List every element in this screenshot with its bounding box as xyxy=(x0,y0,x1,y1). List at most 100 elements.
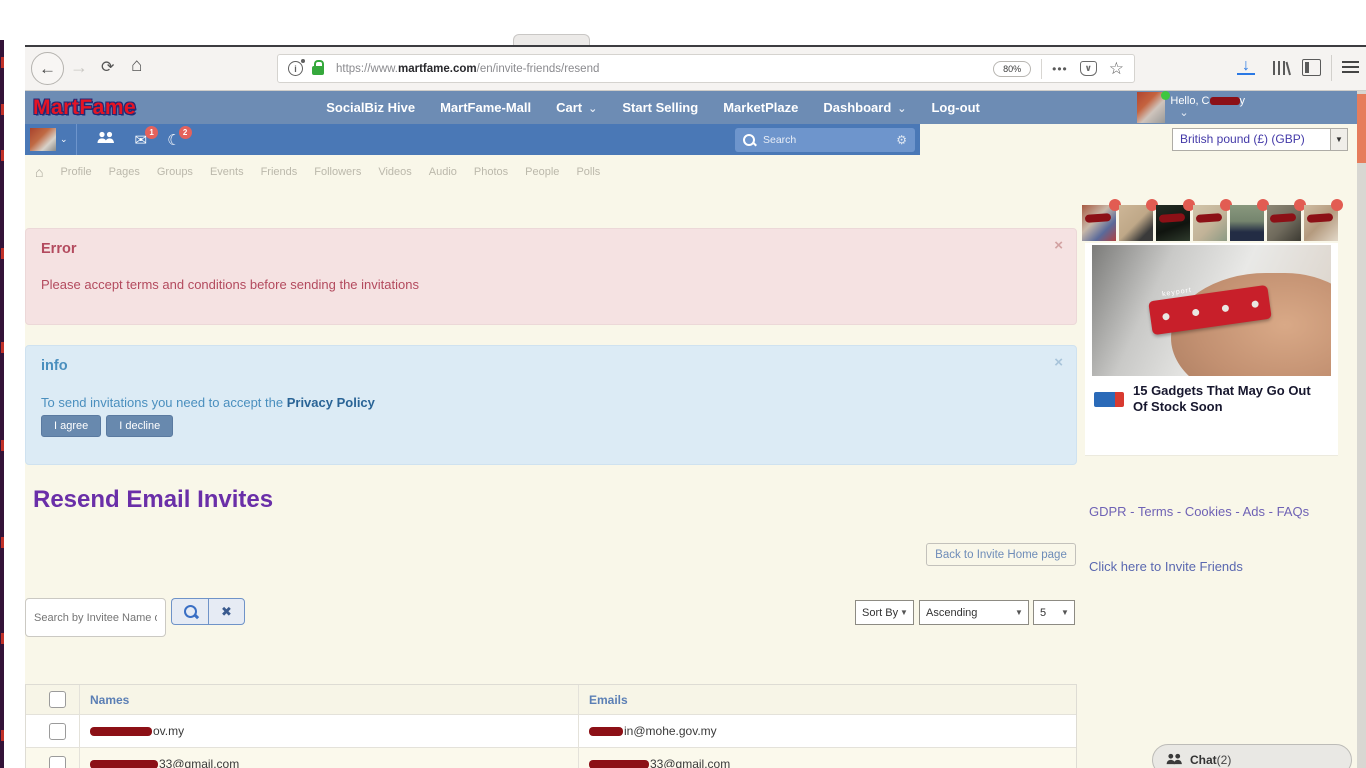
profile-nav-polls[interactable]: Polls xyxy=(576,166,600,178)
profile-nav-pages[interactable]: Pages xyxy=(109,166,140,178)
greeting-suffix: y xyxy=(1240,95,1246,107)
forward-icon: → xyxy=(70,57,88,77)
sidebar-toggle-icon[interactable] xyxy=(1302,59,1321,76)
page-actions-icon[interactable]: ••• xyxy=(1052,62,1068,76)
back-button[interactable]: ← xyxy=(31,52,64,85)
currency-value: British pound (£) (GBP) xyxy=(1173,129,1330,150)
navbar-item-martfame-mall[interactable]: MartFame-Mall xyxy=(440,100,531,115)
table-cell-email: 33@gmail.com xyxy=(579,748,1076,768)
sort-order-select[interactable]: Ascending▼ xyxy=(919,600,1029,625)
row-checkbox[interactable] xyxy=(49,723,66,740)
user-greeting[interactable]: Hello, Cy ⌄ xyxy=(1170,95,1245,123)
library-icon[interactable] xyxy=(1271,59,1291,82)
martfame-logo[interactable]: MartFame xyxy=(33,96,136,120)
site-search-input[interactable]: Search ⚙ xyxy=(735,128,915,152)
left-strip-mark xyxy=(1,440,4,451)
profile-nav-videos[interactable]: Videos xyxy=(378,166,411,178)
reload-button[interactable]: ⟳ xyxy=(101,57,114,77)
profile-nav-friends[interactable]: Friends xyxy=(261,166,298,178)
column-header-emails[interactable]: Emails xyxy=(589,693,628,707)
avatar-small[interactable] xyxy=(30,128,56,151)
padlock-icon[interactable] xyxy=(312,66,324,75)
forward-button[interactable]: → xyxy=(70,57,88,78)
friends-icon[interactable] xyxy=(97,131,115,148)
column-header-names[interactable]: Names xyxy=(90,693,129,707)
profile-nav-photos[interactable]: Photos xyxy=(474,166,508,178)
table-cell-name: 33@gmail.com xyxy=(80,748,579,768)
zoom-level-badge[interactable]: 80% xyxy=(993,61,1031,77)
profile-nav-people[interactable]: People xyxy=(525,166,559,178)
navbar-item-log-out[interactable]: Log-out xyxy=(931,100,979,115)
messages-icon[interactable]: ✉1 xyxy=(135,131,148,149)
suggested-user-thumbnail[interactable] xyxy=(1267,205,1301,241)
row-checkbox[interactable] xyxy=(49,756,66,768)
navbar-item-cart[interactable]: Cart⌄ xyxy=(556,100,597,115)
clear-search-button[interactable]: ✖ xyxy=(208,598,245,625)
redaction-mark xyxy=(1210,97,1240,105)
pocket-icon[interactable]: ∨ xyxy=(1080,61,1097,76)
gear-icon[interactable]: ⚙ xyxy=(896,133,907,147)
url-text[interactable]: https://www.martfame.com/en/invite-frien… xyxy=(336,63,599,75)
left-strip-mark xyxy=(1,104,4,115)
profile-nav-events[interactable]: Events xyxy=(210,166,244,178)
chevron-down-icon[interactable]: ⌄ xyxy=(60,134,68,145)
profile-nav-followers[interactable]: Followers xyxy=(314,166,361,178)
scrollbar-track[interactable] xyxy=(1357,91,1366,768)
sort-by-select[interactable]: Sort By▼ xyxy=(855,600,914,625)
user-menu[interactable]: Hello, Cy ⌄ xyxy=(1137,92,1245,123)
suggested-user-thumbnail[interactable] xyxy=(1119,205,1153,241)
redaction-mark xyxy=(90,760,158,768)
currency-select[interactable]: British pound (£) (GBP) ▼ xyxy=(1172,128,1348,151)
chat-count: (2) xyxy=(1217,753,1232,767)
profile-nav-groups[interactable]: Groups xyxy=(157,166,193,178)
privacy-policy-link[interactable]: Privacy Policy xyxy=(287,395,375,410)
scrollbar-thumb[interactable] xyxy=(1357,94,1366,163)
home-icon[interactable]: ⌂ xyxy=(35,164,43,180)
table-header-row: Names Emails xyxy=(26,685,1076,715)
back-to-invite-home-button[interactable]: Back to Invite Home page xyxy=(926,543,1076,566)
suggested-user-thumbnail[interactable] xyxy=(1156,205,1190,241)
chat-widget[interactable]: Chat (2) xyxy=(1152,744,1352,768)
chat-people-icon xyxy=(1166,753,1183,768)
navbar-item-dashboard[interactable]: Dashboard⌄ xyxy=(823,100,906,115)
invite-friends-link[interactable]: Click here to Invite Friends xyxy=(1089,559,1243,574)
ad-publisher-logo xyxy=(1094,392,1124,407)
notifications-icon[interactable]: ☾2 xyxy=(167,131,180,149)
table-row: 33@gmail.com33@gmail.com xyxy=(26,748,1076,768)
ad-image[interactable]: keyport xyxy=(1092,245,1331,376)
left-strip-mark xyxy=(1,342,4,353)
bookmark-star-icon[interactable]: ☆ xyxy=(1109,59,1124,79)
invitee-search-input[interactable] xyxy=(25,598,166,637)
redaction-mark xyxy=(1085,213,1111,223)
site-info-icon[interactable]: i xyxy=(288,61,303,76)
close-icon[interactable]: × xyxy=(1054,354,1063,371)
site-navbar: MartFame SocialBiz Hive MartFame-Mall Cart… xyxy=(25,91,1357,124)
url-bar[interactable]: i https://www.martfame.com/en/invite-fri… xyxy=(277,54,1135,83)
hamburger-menu-icon[interactable] xyxy=(1342,61,1359,76)
info-alert-buttons: I agree I decline xyxy=(41,415,173,437)
page-size-select[interactable]: 5▼ xyxy=(1033,600,1075,625)
ad-caption[interactable]: 15 Gadgets That May Go Out Of Stock Soon xyxy=(1133,383,1325,414)
decline-button[interactable]: I decline xyxy=(106,415,173,437)
navbar-item-marketplaze[interactable]: MarketPlaze xyxy=(723,100,798,115)
select-all-checkbox[interactable] xyxy=(49,691,66,708)
search-button[interactable] xyxy=(171,598,208,625)
navbar-menu: SocialBiz Hive MartFame-Mall Cart⌄ Start Se… xyxy=(326,100,980,115)
close-icon[interactable]: × xyxy=(1054,237,1063,254)
home-button[interactable]: ⌂ xyxy=(131,55,142,77)
download-icon[interactable]: ↓ xyxy=(1237,58,1255,75)
profile-nav-profile[interactable]: Profile xyxy=(60,166,91,178)
currency-dropdown-button[interactable]: ▼ xyxy=(1330,129,1347,150)
agree-button[interactable]: I agree xyxy=(41,415,101,437)
suggested-user-thumbnail[interactable] xyxy=(1304,205,1338,241)
page-title: Resend Email Invites xyxy=(33,486,273,514)
redaction-mark xyxy=(90,727,152,736)
navbar-item-socialbiz-hive[interactable]: SocialBiz Hive xyxy=(326,100,415,115)
suggested-user-thumbnail[interactable] xyxy=(1082,205,1116,241)
suggested-user-thumbnail[interactable] xyxy=(1193,205,1227,241)
footer-links[interactable]: GDPR - Terms - Cookies - Ads - FAQs xyxy=(1089,504,1309,519)
ad-card[interactable]: keyport 15 Gadgets That May Go Out Of St… xyxy=(1085,243,1338,456)
profile-nav-audio[interactable]: Audio xyxy=(429,166,457,178)
navbar-item-start-selling[interactable]: Start Selling xyxy=(622,100,698,115)
suggested-user-thumbnail[interactable] xyxy=(1230,205,1264,241)
